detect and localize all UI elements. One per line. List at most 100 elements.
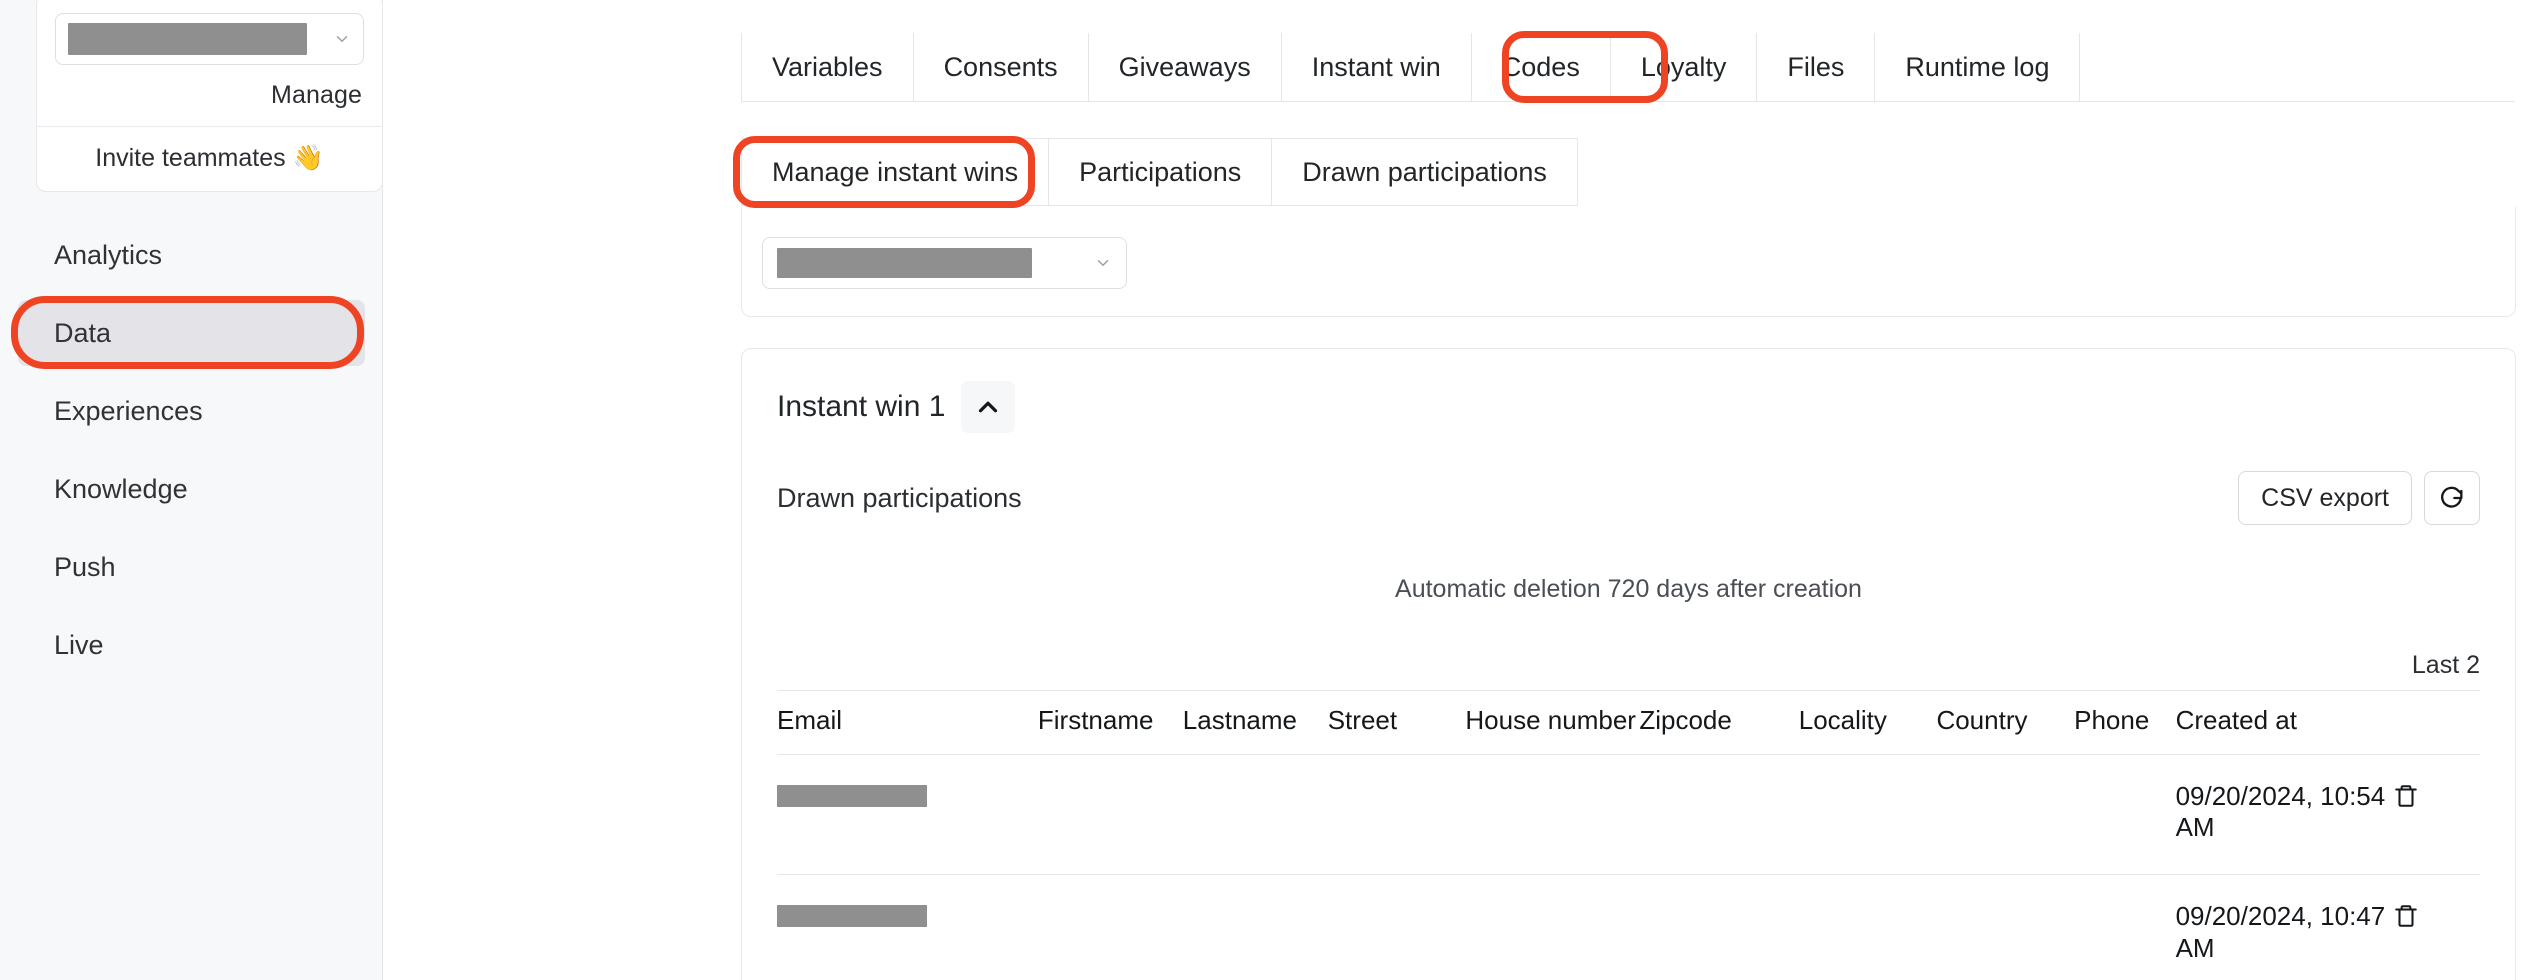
tab-runtime-log[interactable]: Runtime log (1874, 33, 2080, 101)
secondary-tabbar: Manage instant wins Participations Drawn… (741, 138, 1578, 206)
tab-instant-win[interactable]: Instant win (1281, 33, 1471, 101)
sidebar-item-label: Data (54, 318, 111, 349)
cell-actions (2393, 754, 2480, 874)
sidebar-item-analytics[interactable]: Analytics (18, 222, 365, 288)
subtab-label: Participations (1079, 157, 1241, 188)
section-actions: CSV export (2238, 471, 2480, 525)
tab-label: Files (1787, 52, 1844, 83)
workspace-name-redacted (68, 23, 307, 55)
cell-firstname (1038, 754, 1183, 874)
sidebar-item-label: Knowledge (54, 474, 188, 505)
tab-giveaways[interactable]: Giveaways (1088, 33, 1281, 101)
collapse-toggle-button[interactable] (961, 381, 1015, 433)
cell-street (1328, 754, 1466, 874)
auto-deletion-note: Automatic deletion 720 days after creati… (742, 575, 2515, 604)
cell-house-number (1465, 754, 1639, 874)
sidebar-item-knowledge[interactable]: Knowledge (18, 456, 365, 522)
delete-row-button[interactable] (2393, 783, 2419, 817)
drawn-participations-table: Email Firstname Lastname Street House nu… (777, 690, 2480, 980)
tab-files[interactable]: Files (1756, 33, 1874, 101)
tab-label: Variables (772, 52, 883, 83)
column-header-house-number: House number (1465, 691, 1639, 755)
chevron-up-icon (973, 392, 1003, 422)
sidebar-item-label: Experiences (54, 396, 203, 427)
tab-consents[interactable]: Consents (913, 33, 1088, 101)
table-row: 09/20/2024, 10:54 AM (777, 754, 2480, 874)
column-header-locality: Locality (1799, 691, 1937, 755)
column-header-lastname: Lastname (1183, 691, 1328, 755)
tab-label: Loyalty (1641, 52, 1727, 83)
instant-win-name-redacted (777, 248, 1032, 278)
cell-email (777, 754, 1038, 874)
tab-codes[interactable]: Codes (1471, 33, 1610, 101)
sidebar: Manage Invite teammates 👋 Analytics Data… (0, 0, 383, 980)
sidebar-item-label: Push (54, 552, 116, 583)
subtab-label: Drawn participations (1302, 157, 1547, 188)
sidebar-nav: Analytics Data Experiences Knowledge Pus… (0, 222, 383, 690)
cell-phone (2074, 754, 2175, 874)
section-title: Drawn participations (777, 483, 1022, 514)
cell-street (1328, 875, 1466, 980)
sidebar-item-experiences[interactable]: Experiences (18, 378, 365, 444)
cell-email (777, 875, 1038, 980)
invite-teammates-link[interactable]: Invite teammates 👋 (37, 127, 382, 191)
column-header-phone: Phone (2074, 691, 2175, 755)
table-row: 09/20/2024, 10:47 AM (777, 875, 2480, 980)
cell-created-at: 09/20/2024, 10:54 AM (2176, 754, 2393, 874)
csv-export-button[interactable]: CSV export (2238, 471, 2412, 525)
instant-win-selector[interactable] (762, 237, 1127, 289)
column-header-created-at: Created at (2176, 691, 2393, 755)
column-header-street: Street (1328, 691, 1466, 755)
tab-label: Codes (1502, 52, 1580, 83)
main-content: Variables Consents Giveaways Instant win… (383, 0, 2546, 980)
sidebar-item-label: Analytics (54, 240, 162, 271)
tab-variables[interactable]: Variables (741, 33, 913, 101)
column-header-firstname: Firstname (1038, 691, 1183, 755)
sidebar-item-live[interactable]: Live (18, 612, 365, 678)
subtab-label: Manage instant wins (772, 157, 1018, 188)
column-header-country: Country (1936, 691, 2074, 755)
column-header-zipcode: Zipcode (1639, 691, 1798, 755)
primary-tabbar: Variables Consents Giveaways Instant win… (741, 33, 2515, 102)
tab-label: Giveaways (1119, 52, 1251, 83)
subtab-manage-instant-wins[interactable]: Manage instant wins (741, 138, 1049, 206)
tab-label: Runtime log (1905, 52, 2049, 83)
tab-label: Consents (944, 52, 1058, 83)
email-redacted (777, 905, 927, 927)
filter-panel (741, 207, 2516, 317)
cell-zipcode (1639, 754, 1798, 874)
cell-country (1936, 754, 2074, 874)
subtab-participations[interactable]: Participations (1049, 138, 1272, 206)
cell-locality (1799, 754, 1937, 874)
trash-icon (2393, 903, 2419, 929)
section-header: Drawn participations CSV export (742, 471, 2515, 525)
instant-win-card: Instant win 1 Drawn participations CSV e… (741, 348, 2516, 980)
tab-label: Instant win (1312, 52, 1441, 83)
app-root: Manage Invite teammates 👋 Analytics Data… (0, 0, 2546, 980)
csv-export-label: CSV export (2261, 484, 2389, 513)
cell-actions (2393, 875, 2480, 980)
subtab-drawn-participations[interactable]: Drawn participations (1272, 138, 1578, 206)
sidebar-item-push[interactable]: Push (18, 534, 365, 600)
cell-zipcode (1639, 875, 1798, 980)
cell-lastname (1183, 875, 1328, 980)
delete-row-button[interactable] (2393, 903, 2419, 937)
account-card-top (37, 0, 382, 79)
table-header-row: Email Firstname Lastname Street House nu… (777, 691, 2480, 755)
cell-created-at: 09/20/2024, 10:47 AM (2176, 875, 2393, 980)
chevron-down-icon (333, 30, 351, 48)
email-redacted (777, 785, 927, 807)
refresh-button[interactable] (2424, 471, 2480, 525)
cell-lastname (1183, 754, 1328, 874)
sidebar-item-data[interactable]: Data (18, 300, 365, 366)
cell-house-number (1465, 875, 1639, 980)
card-title: Instant win 1 (777, 390, 945, 424)
cell-country (1936, 875, 2074, 980)
workspace-selector[interactable] (55, 13, 364, 65)
manage-link[interactable]: Manage (271, 81, 362, 109)
cell-firstname (1038, 875, 1183, 980)
trash-icon (2393, 783, 2419, 809)
result-count-label: Last 2 (742, 651, 2515, 680)
column-header-email: Email (777, 691, 1038, 755)
tab-loyalty[interactable]: Loyalty (1610, 33, 1757, 101)
